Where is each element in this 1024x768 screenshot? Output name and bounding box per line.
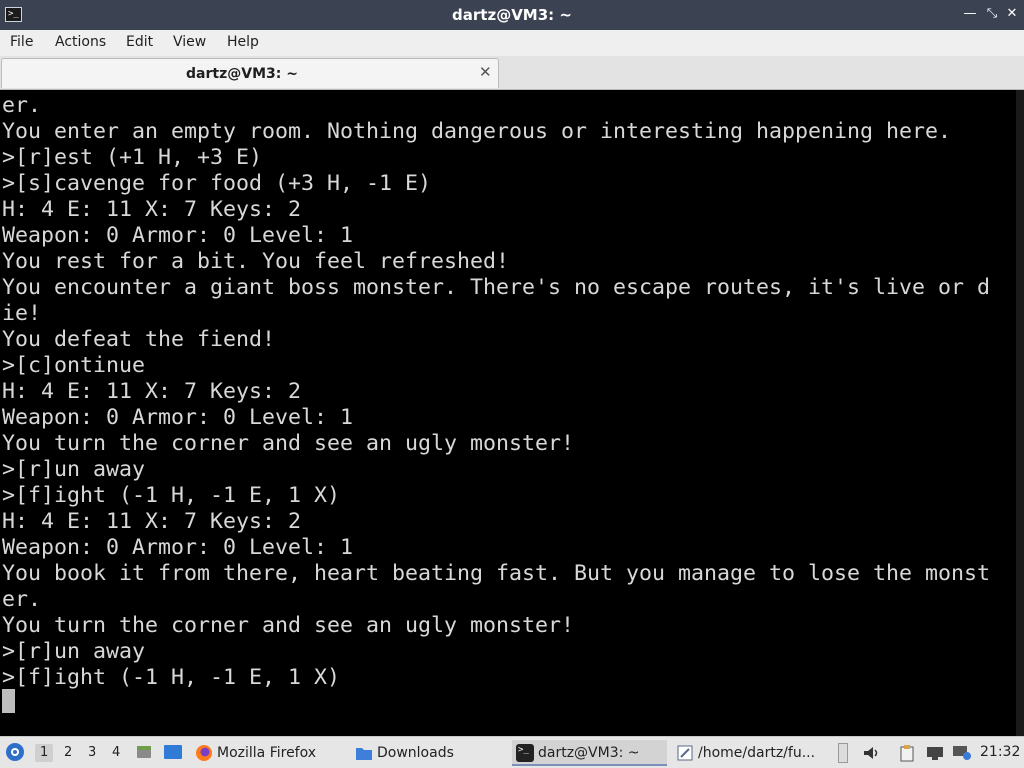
terminal-line: H: 4 E: 11 X: 7 Keys: 2	[2, 379, 302, 404]
terminal-line: >[c]ontinue	[2, 353, 146, 378]
terminal-line: Weapon: 0 Armor: 0 Level: 1	[2, 223, 354, 248]
terminal-line: >[r]un away	[2, 457, 146, 482]
close-icon[interactable]: ✕	[1004, 6, 1020, 22]
terminal-line: You enter an empty room. Nothing dangero…	[2, 119, 952, 144]
terminal-lines: er. You enter an empty room. Nothing dang…	[2, 93, 990, 691]
tab-terminal[interactable]: dartz@VM3: ~ ✕	[1, 58, 499, 88]
terminal-cursor	[2, 689, 15, 713]
terminal-icon: >_	[516, 744, 534, 762]
terminal-line: You rest for a bit. You feel refreshed!	[2, 249, 510, 274]
terminal-line: ie!	[2, 301, 42, 326]
terminal-line: Weapon: 0 Armor: 0 Level: 1	[2, 405, 354, 430]
display-icon[interactable]	[926, 744, 944, 762]
volume-icon[interactable]	[862, 744, 880, 762]
menu-edit[interactable]: Edit	[126, 34, 153, 50]
terminal-line: You defeat the fiend!	[2, 327, 276, 352]
tab-label: dartz@VM3: ~	[186, 66, 298, 82]
task-label: dartz@VM3: ~	[538, 745, 640, 761]
clock[interactable]: 21:32	[980, 744, 1020, 760]
maximize-icon[interactable]: ⤡	[984, 6, 1000, 22]
workspace-3[interactable]: 3	[88, 745, 96, 760]
terminal-line: Weapon: 0 Armor: 0 Level: 1	[2, 535, 354, 560]
terminal-line: er.	[2, 93, 42, 118]
tab-bar: dartz@VM3: ~ ✕	[0, 56, 1024, 90]
workspace-2[interactable]: 2	[64, 745, 72, 760]
terminal-line: >[f]ight (-1 H, -1 E, 1 X)	[2, 665, 341, 690]
terminal-line: You turn the corner and see an ugly mons…	[2, 613, 575, 638]
task-label: Downloads	[377, 745, 454, 761]
menu-view[interactable]: View	[173, 34, 206, 50]
terminal-line: er.	[2, 587, 42, 612]
taskbar: 1 2 3 4 Mozilla Firefox Downloads >_ dar…	[0, 736, 1024, 768]
menu-bar: File Actions Edit View Help	[0, 30, 1024, 56]
start-menu-icon[interactable]	[5, 742, 25, 762]
terminal-line: H: 4 E: 11 X: 7 Keys: 2	[2, 509, 302, 534]
terminal-line: >[r]un away	[2, 639, 146, 664]
text-editor-icon	[676, 744, 694, 762]
task-downloads[interactable]: Downloads	[355, 740, 505, 766]
terminal-scrollbar[interactable]	[1016, 90, 1024, 736]
terminal-line: You book it from there, heart beating fa…	[2, 561, 991, 586]
network-icon[interactable]	[952, 744, 971, 762]
terminal-line: You encounter a giant boss monster. Ther…	[2, 275, 991, 300]
file-manager-icon[interactable]	[135, 743, 153, 761]
task-label: /home/dartz/fu...	[698, 745, 816, 761]
task-editor[interactable]: /home/dartz/fu...	[676, 740, 831, 766]
task-firefox[interactable]: Mozilla Firefox	[195, 740, 345, 766]
terminal-line: H: 4 E: 11 X: 7 Keys: 2	[2, 197, 302, 222]
firefox-icon	[195, 744, 213, 762]
menu-help[interactable]: Help	[227, 34, 259, 50]
window-titlebar[interactable]: >_ dartz@VM3: ~ — ⤡ ✕	[0, 0, 1024, 30]
terminal-output[interactable]: er. You enter an empty room. Nothing dang…	[0, 90, 1024, 736]
window-title: dartz@VM3: ~	[452, 6, 572, 24]
clipboard-icon[interactable]	[898, 744, 916, 762]
terminal-line: >[r]est (+1 H, +3 E)	[2, 145, 263, 170]
menu-file[interactable]: File	[10, 34, 33, 50]
menu-actions[interactable]: Actions	[55, 34, 106, 50]
show-desktop-icon[interactable]	[163, 743, 183, 761]
tray-scroll-icon[interactable]	[838, 743, 848, 763]
minimize-icon[interactable]: —	[962, 6, 978, 22]
workspace-1[interactable]: 1	[35, 744, 54, 762]
task-label: Mozilla Firefox	[217, 745, 317, 761]
close-icon[interactable]: ✕	[479, 63, 492, 81]
task-terminal[interactable]: >_ dartz@VM3: ~	[512, 740, 667, 766]
workspace-4[interactable]: 4	[112, 745, 120, 760]
terminal-line: >[f]ight (-1 H, -1 E, 1 X)	[2, 483, 341, 508]
terminal-line: >[s]cavenge for food (+3 H, -1 E)	[2, 171, 432, 196]
folder-icon	[355, 744, 373, 762]
terminal-line: You turn the corner and see an ugly mons…	[2, 431, 575, 456]
